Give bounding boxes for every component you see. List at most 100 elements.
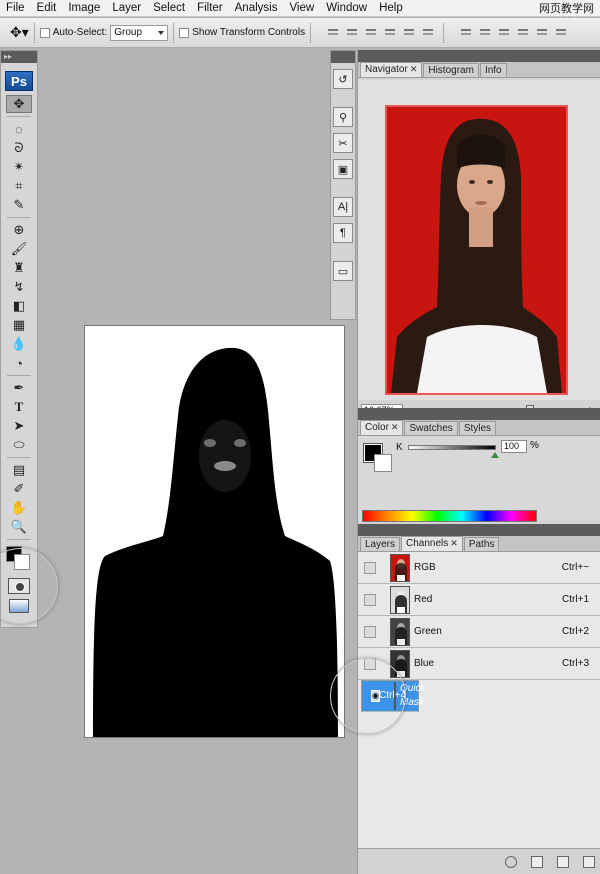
- channels-panel-grip[interactable]: [358, 524, 600, 536]
- move-tool-icon[interactable]: ✥: [6, 95, 32, 113]
- menu-view[interactable]: View: [283, 0, 320, 17]
- path-select-tool-icon[interactable]: ➤: [6, 417, 32, 435]
- background-color-swatch[interactable]: [14, 554, 30, 570]
- channel-shortcut: Ctrl+~: [561, 562, 589, 573]
- tab-swatches[interactable]: Swatches: [404, 421, 458, 435]
- history-brush-tool-icon[interactable]: ↯: [6, 278, 32, 296]
- tab-layers[interactable]: Layers: [360, 537, 401, 551]
- clone-source-icon[interactable]: ▣: [333, 159, 353, 179]
- align-top-icon[interactable]: [326, 26, 341, 40]
- magic-wand-tool-icon[interactable]: ✴: [6, 158, 32, 176]
- visibility-toggle[interactable]: [364, 657, 376, 670]
- healing-tool-icon[interactable]: ⊕: [6, 221, 32, 239]
- history-panel-icon[interactable]: ↺: [333, 69, 353, 89]
- color-k-slider[interactable]: [408, 445, 496, 450]
- stamp-tool-icon[interactable]: ♜: [6, 259, 32, 277]
- channel-row-green[interactable]: Green Ctrl+2: [358, 616, 600, 648]
- align-hcenter-icon[interactable]: [402, 26, 417, 40]
- visibility-toggle[interactable]: [364, 625, 376, 638]
- visibility-toggle[interactable]: [364, 561, 376, 574]
- dodge-tool-icon[interactable]: ◔: [6, 354, 32, 372]
- tool-presets-icon[interactable]: ✂: [333, 133, 353, 153]
- notes-tool-icon[interactable]: ▤: [6, 461, 32, 479]
- layer-comps-icon[interactable]: ▭: [333, 261, 353, 281]
- color-k-value-input[interactable]: 100: [501, 440, 527, 453]
- distribute-top-icon[interactable]: [459, 26, 474, 40]
- tab-paths[interactable]: Paths: [463, 537, 500, 551]
- menu-edit[interactable]: Edit: [31, 0, 63, 17]
- options-separator: [310, 22, 312, 43]
- show-transform-checkbox[interactable]: Show Transform Controls: [179, 27, 305, 38]
- panels-grip[interactable]: [358, 50, 600, 62]
- auto-select-checkbox[interactable]: Auto-Select:: [39, 27, 107, 38]
- color-k-slider-thumb[interactable]: [491, 452, 499, 458]
- channel-row-blue[interactable]: Blue Ctrl+3: [358, 648, 600, 680]
- color-background-swatch[interactable]: [374, 454, 392, 472]
- brush-tool-icon[interactable]: 🖌: [6, 240, 32, 258]
- auto-select-dropdown[interactable]: Group: [110, 24, 169, 41]
- menu-image[interactable]: Image: [62, 0, 106, 17]
- ps-logo[interactable]: Ps: [5, 71, 33, 91]
- align-left-icon[interactable]: [383, 26, 398, 40]
- tab-color[interactable]: Color ✕: [360, 420, 404, 435]
- align-right-icon[interactable]: [421, 26, 436, 40]
- paragraph-panel-icon[interactable]: ¶: [333, 223, 353, 243]
- menu-filter[interactable]: Filter: [191, 0, 229, 17]
- shape-tool-icon[interactable]: ⬭: [6, 436, 32, 454]
- color-spectrum-ramp[interactable]: [362, 510, 537, 522]
- align-bottom-icon[interactable]: [364, 26, 379, 40]
- close-icon[interactable]: ✕: [391, 422, 399, 432]
- hand-tool-icon[interactable]: ✋: [6, 499, 32, 517]
- save-selection-icon[interactable]: [531, 855, 543, 868]
- menu-file[interactable]: File: [0, 0, 31, 17]
- type-tool-icon[interactable]: T: [6, 398, 32, 416]
- show-transform-check-box[interactable]: [179, 27, 190, 38]
- distribute-vcenter-icon[interactable]: [478, 26, 493, 40]
- tab-navigator[interactable]: Navigator ✕: [360, 62, 423, 77]
- eraser-tool-icon[interactable]: ◧: [6, 297, 32, 315]
- menu-window[interactable]: Window: [320, 0, 373, 17]
- menu-help[interactable]: Help: [373, 0, 409, 17]
- auto-select-check-box[interactable]: [39, 27, 50, 38]
- dock-grip[interactable]: [331, 51, 355, 63]
- close-icon[interactable]: ✕: [410, 64, 418, 74]
- trash-icon[interactable]: [583, 855, 595, 868]
- menu-select[interactable]: Select: [147, 0, 191, 17]
- crop-tool-icon[interactable]: ⌗: [6, 177, 32, 195]
- tab-info[interactable]: Info: [479, 63, 507, 77]
- channel-row-red[interactable]: Red Ctrl+1: [358, 584, 600, 616]
- marquee-tool-icon[interactable]: ◌: [6, 120, 32, 138]
- distribute-bottom-icon[interactable]: [497, 26, 512, 40]
- new-channel-icon[interactable]: [557, 855, 569, 868]
- distribute-hcenter-icon[interactable]: [535, 26, 550, 40]
- move-tool-preset-icon[interactable]: ✥▾: [10, 24, 29, 41]
- eyedropper-tool-icon[interactable]: ✐: [6, 480, 32, 498]
- menu-layer[interactable]: Layer: [106, 0, 147, 17]
- brushes-panel-icon[interactable]: ⚲: [333, 107, 353, 127]
- color-panel-grip[interactable]: [358, 408, 600, 420]
- distribute-right-icon[interactable]: [554, 26, 569, 40]
- distribute-left-icon[interactable]: [516, 26, 531, 40]
- visibility-toggle[interactable]: [364, 593, 376, 606]
- menu-analysis[interactable]: Analysis: [229, 0, 284, 17]
- character-panel-icon[interactable]: A|: [333, 197, 353, 217]
- slice-tool-icon[interactable]: ✎: [6, 196, 32, 214]
- channel-row-quick-mask[interactable]: ◉ Quick Mask Ctrl+4: [361, 680, 426, 712]
- tab-histogram[interactable]: Histogram: [423, 63, 479, 77]
- lasso-tool-icon[interactable]: ᘐ: [6, 139, 32, 157]
- screen-mode-button[interactable]: [9, 599, 29, 613]
- gradient-tool-icon[interactable]: ▦: [6, 316, 32, 334]
- blur-tool-icon[interactable]: 💧: [6, 335, 32, 353]
- zoom-tool-icon[interactable]: 🔍: [6, 518, 32, 536]
- align-vcenter-icon[interactable]: [345, 26, 360, 40]
- tab-channels[interactable]: Channels ✕: [401, 536, 463, 551]
- close-icon[interactable]: ✕: [450, 538, 458, 548]
- document-canvas[interactable]: [84, 325, 345, 738]
- quick-mask-mode-button[interactable]: [8, 578, 30, 594]
- tab-styles[interactable]: Styles: [458, 421, 497, 435]
- toolbox-grip[interactable]: ▸▸: [1, 51, 37, 63]
- load-selection-icon[interactable]: [505, 855, 517, 868]
- pen-tool-icon[interactable]: ✒: [6, 379, 32, 397]
- navigator-preview[interactable]: [358, 80, 600, 400]
- channel-row-rgb[interactable]: RGB Ctrl+~: [358, 552, 600, 584]
